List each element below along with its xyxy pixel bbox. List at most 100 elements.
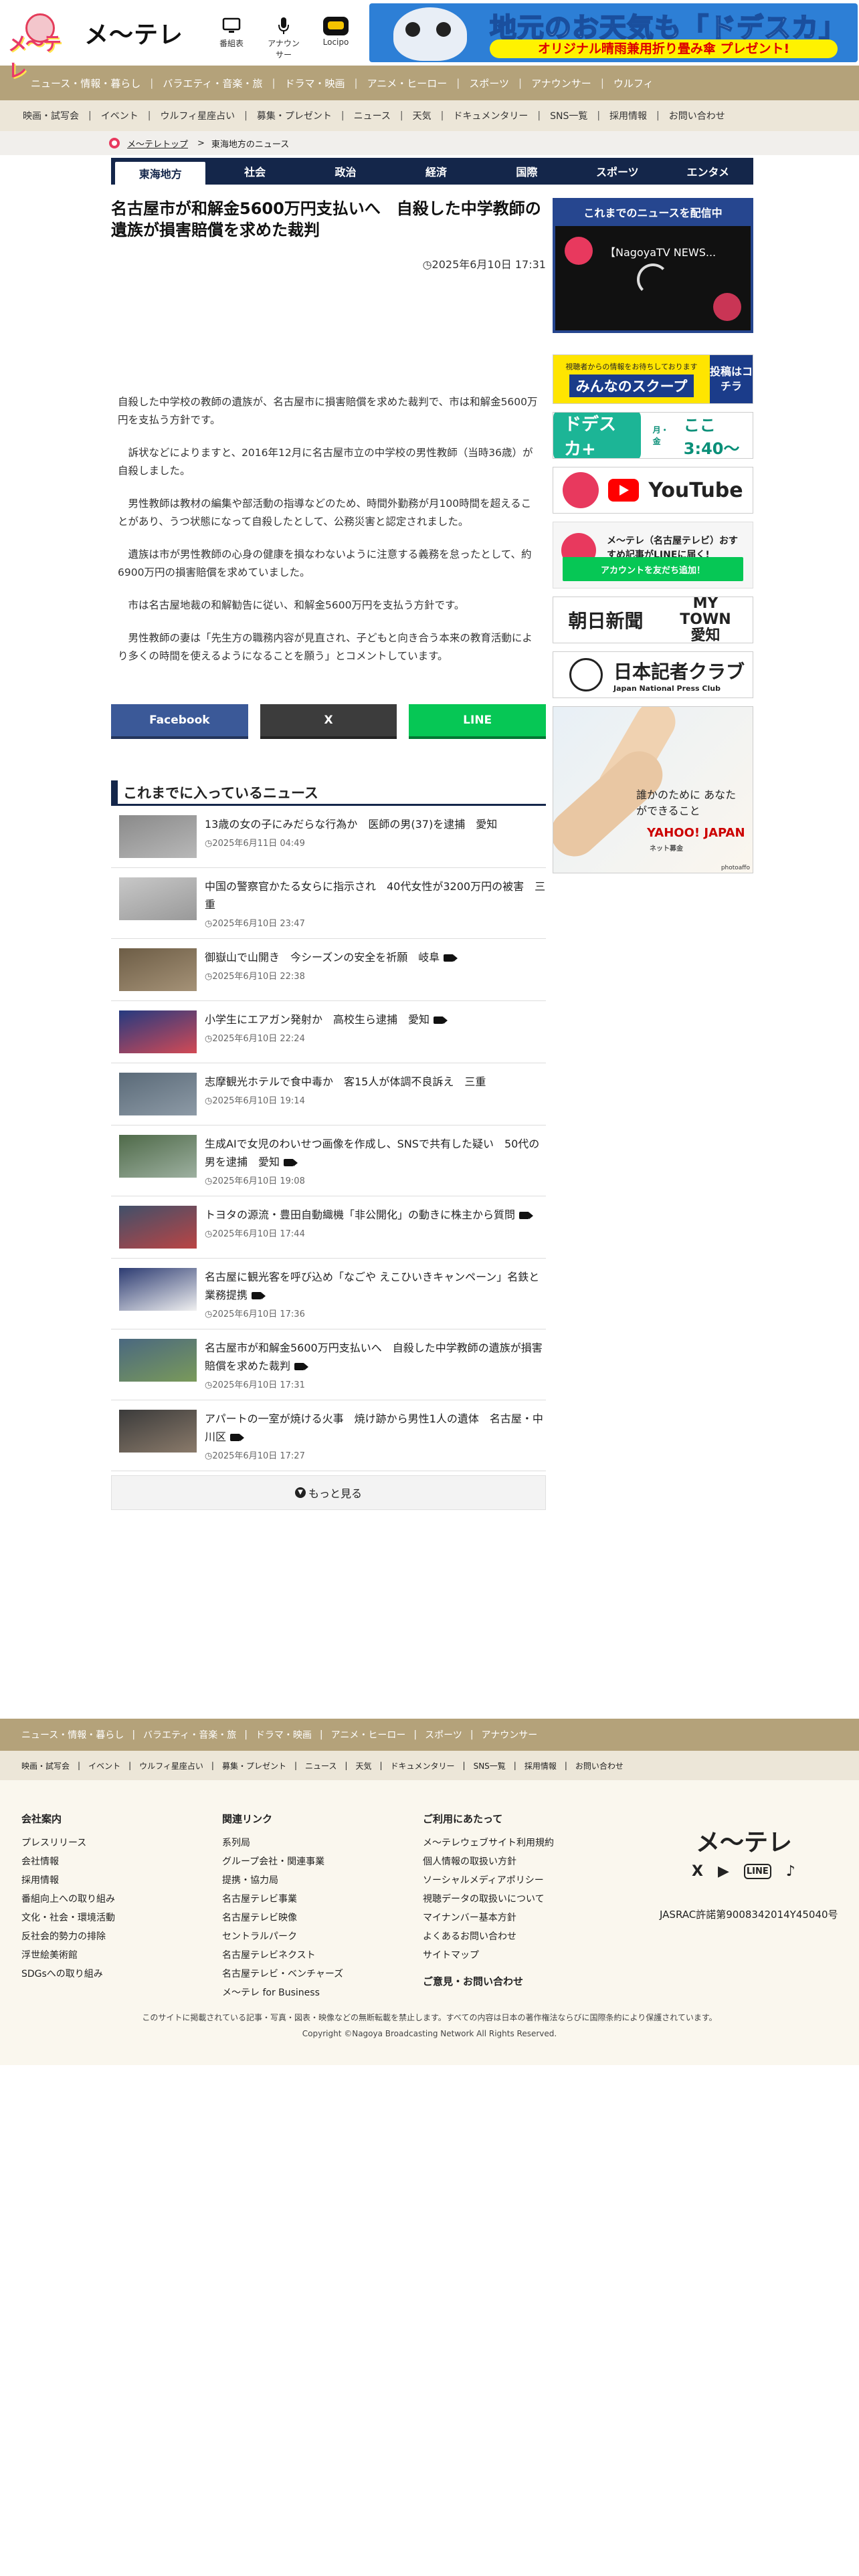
secondary-nav-item[interactable]: イベント [92, 109, 148, 122]
news-list-item[interactable]: 中国の警察官かたる女らに指示され 40代女性が3200万円の被害 三重 ◷2025… [111, 868, 546, 939]
footer-link[interactable]: 浮世絵美術館 [21, 1946, 115, 1965]
primary-nav-item[interactable]: ウルフィ [604, 76, 663, 90]
tab-region[interactable]: 経済 [391, 158, 481, 185]
footer-link[interactable]: セントラルパーク [222, 1927, 343, 1946]
yahoo-donation-banner[interactable]: 誰かのために あなたができること YAHOO! JAPANネット募金 photo… [553, 706, 753, 873]
footer-subnav-item[interactable]: イベント [80, 1760, 128, 1772]
footer-subnav-item[interactable]: ウルフィ星座占い [131, 1760, 211, 1772]
clock-icon: ◷ [205, 1176, 213, 1186]
footer-nav-item[interactable]: ドラマ・映画 [248, 1728, 320, 1741]
line-icon[interactable]: LINE [743, 1864, 771, 1879]
footer-link[interactable]: 名古屋テレビネクスト [222, 1946, 343, 1965]
news-list-item[interactable]: 御嶽山で山開き 今シーズンの安全を祈願 岐阜 ◷2025年6月10日 22:38 [111, 939, 546, 1001]
tab-region[interactable]: 政治 [300, 158, 391, 185]
footer-link[interactable]: 名古屋テレビ映像 [222, 1909, 343, 1927]
footer-link[interactable]: 文化・社会・環境活動 [21, 1909, 115, 1927]
news-list-item[interactable]: 志摩観光ホテルで食中毒か 客15人が体調不良訴え 三重 ◷2025年6月10日 1… [111, 1063, 546, 1125]
youtube-icon[interactable]: ▶ [718, 1863, 729, 1880]
primary-nav-item[interactable]: バラエティ・音楽・旅 [153, 76, 272, 90]
share-x-button[interactable]: X [260, 704, 397, 739]
announcer-link[interactable]: アナウンサー [265, 15, 302, 60]
scoop-banner[interactable]: 視聴者からの情報をお待ちしております みんなのスクープ 投稿はコチラ [553, 354, 753, 404]
footer-link[interactable]: メ〜テレウェブサイト利用規約 [423, 1834, 554, 1852]
share-line-button[interactable]: LINE [409, 704, 547, 739]
secondary-nav-item[interactable]: 映画・試写会 [13, 109, 88, 122]
live-video-player[interactable]: 【NagoyaTV NEWS... [555, 226, 751, 330]
primary-nav-item[interactable]: ドラマ・映画 [276, 76, 355, 90]
news-list-item[interactable]: 小学生にエアガン発射か 高校生ら逮捕 愛知 ◷2025年6月10日 22:24 [111, 1001, 546, 1063]
contact-link[interactable]: ご意見・お問い合わせ [423, 1974, 523, 1988]
youtube-banner[interactable]: YouTube [553, 467, 753, 514]
footer-nav-item[interactable]: ニュース・情報・暮らし [13, 1728, 132, 1741]
footer-nav-item[interactable]: スポーツ [417, 1728, 470, 1741]
footer-link[interactable]: ソーシャルメディアポリシー [423, 1871, 554, 1890]
nav-separator: | [88, 110, 92, 121]
news-list-item[interactable]: 名古屋に観光客を呼び込め「なごや えこひいきキャンペーン」名鉄と業務提携 ◷202… [111, 1259, 546, 1329]
news-list-item[interactable]: 名古屋市が和解金5600万円支払いへ 自殺した中学教師の遺族が損害賠償を求めた裁… [111, 1329, 546, 1400]
secondary-nav-item[interactable]: SNS一覧 [541, 109, 597, 122]
tab-region[interactable]: 国際 [482, 158, 572, 185]
press-club-banner[interactable]: 日本記者クラブ Japan National Press Club [553, 651, 753, 698]
footer-subnav-item[interactable]: 募集・プレゼント [214, 1760, 294, 1772]
x-icon[interactable]: X [692, 1863, 703, 1880]
dodesuka-banner[interactable]: ドデスカ+ 月・金 ここ3:40〜 [553, 412, 753, 459]
footer-link[interactable]: 系列局 [222, 1834, 343, 1852]
footer-link[interactable]: 採用情報 [21, 1871, 115, 1890]
secondary-nav-item[interactable]: ドキュメンタリー [444, 109, 537, 122]
footer-link[interactable]: プレスリリース [21, 1834, 115, 1852]
clock-icon: ◷ [205, 1034, 213, 1044]
footer-subnav-item[interactable]: 映画・試写会 [13, 1760, 78, 1772]
footer-subnav-item[interactable]: 天気 [347, 1760, 379, 1772]
secondary-nav-item[interactable]: 募集・プレゼント [248, 109, 341, 122]
secondary-nav-item[interactable]: ウルフィ星座占い [151, 109, 244, 122]
secondary-nav-item[interactable]: お問い合わせ [660, 109, 735, 122]
more-button[interactable]: ▼ もっと見る [111, 1475, 546, 1510]
breadcrumb-home-link[interactable]: メ〜テレトップ [127, 137, 188, 150]
footer-link[interactable]: 提携・協力局 [222, 1871, 343, 1890]
footer-link[interactable]: 反社会的勢力の排除 [21, 1927, 115, 1946]
secondary-nav-item[interactable]: ニュース [345, 109, 400, 122]
tab-region[interactable]: エンタメ [663, 158, 753, 185]
footer-link[interactable]: サイトマップ [423, 1946, 554, 1965]
footer-nav-item[interactable]: アニメ・ヒーロー [323, 1728, 414, 1741]
tiktok-icon[interactable]: ♪ [786, 1863, 795, 1880]
footer-subnav-item[interactable]: お問い合わせ [567, 1760, 632, 1772]
footer-link[interactable]: メ〜テレ for Business [222, 1983, 343, 2002]
footer-link[interactable]: 会社情報 [21, 1852, 115, 1871]
logo-link[interactable]: メ〜テレ メ〜テレ [8, 13, 183, 82]
footer-subnav-item[interactable]: SNS一覧 [466, 1760, 514, 1772]
asahi-banner[interactable]: 朝日新聞 MY TOWN 愛知 [553, 597, 753, 643]
top-ad-banner[interactable]: 地元のお天気も「ドデスカ」 オリジナル晴雨兼用折り畳み傘 プレゼント! [369, 3, 858, 62]
tab-region[interactable]: 東海地方 [115, 162, 206, 185]
primary-nav-item[interactable]: アナウンサー [522, 76, 601, 90]
footer-subnav-item[interactable]: 採用情報 [516, 1760, 565, 1772]
footer-nav-item[interactable]: バラエティ・音楽・旅 [135, 1728, 244, 1741]
footer-link[interactable]: マイナンバー基本方針 [423, 1909, 554, 1927]
footer-link[interactable]: よくあるお問い合わせ [423, 1927, 554, 1946]
footer-link[interactable]: SDGsへの取り組み [21, 1965, 115, 1983]
program-guide-link[interactable]: 番組表 [213, 15, 250, 60]
news-list-item[interactable]: 生成AIで女児のわいせつ画像を作成し、SNSで共有した疑い 50代の男を逮捕 愛… [111, 1125, 546, 1196]
tab-region[interactable]: 社会 [209, 158, 300, 185]
footer-nav-item[interactable]: アナウンサー [474, 1728, 546, 1741]
footer-subnav-item[interactable]: ドキュメンタリー [383, 1760, 463, 1772]
tab-region[interactable]: スポーツ [572, 158, 662, 185]
news-list-item[interactable]: アパートの一室が焼ける火事 焼け跡から男性1人の遺体 名古屋・中川区 ◷2025年… [111, 1400, 546, 1471]
secondary-nav-item[interactable]: 採用情報 [600, 109, 656, 122]
primary-nav-item[interactable]: スポーツ [460, 76, 518, 90]
line-friend-banner[interactable]: メ〜テレ（名古屋テレビ）おすすめ記事がLINEに届く! アカウントを友だち追加！ [553, 522, 753, 588]
footer-link[interactable]: 個人情報の取扱い方針 [423, 1852, 554, 1871]
primary-nav-item[interactable]: アニメ・ヒーロー [358, 76, 457, 90]
locipo-link[interactable]: Locipo [317, 15, 355, 60]
footer-link[interactable]: グループ会社・関連事業 [222, 1852, 343, 1871]
footer-subnav-item[interactable]: ニュース [297, 1760, 345, 1772]
footer-link[interactable]: 名古屋テレビ事業 [222, 1890, 343, 1909]
footer-link[interactable]: 名古屋テレビ・ベンチャーズ [222, 1965, 343, 1983]
share-facebook-button[interactable]: Facebook [111, 704, 248, 739]
news-list-item[interactable]: トヨタの源流・豊田自動織機「非公開化」の動きに株主から質問 ◷2025年6月10日… [111, 1196, 546, 1259]
news-list-item[interactable]: 13歳の女の子にみだらな行為か 医師の男(37)を逮捕 愛知 ◷2025年6月11… [111, 806, 546, 868]
footer-link[interactable]: 視聴データの取扱いについて [423, 1890, 554, 1909]
secondary-nav-item[interactable]: 天気 [403, 109, 441, 122]
line-add-friend-button[interactable]: アカウントを友だち追加！ [563, 557, 743, 581]
footer-link[interactable]: 番組向上への取り組み [21, 1890, 115, 1909]
